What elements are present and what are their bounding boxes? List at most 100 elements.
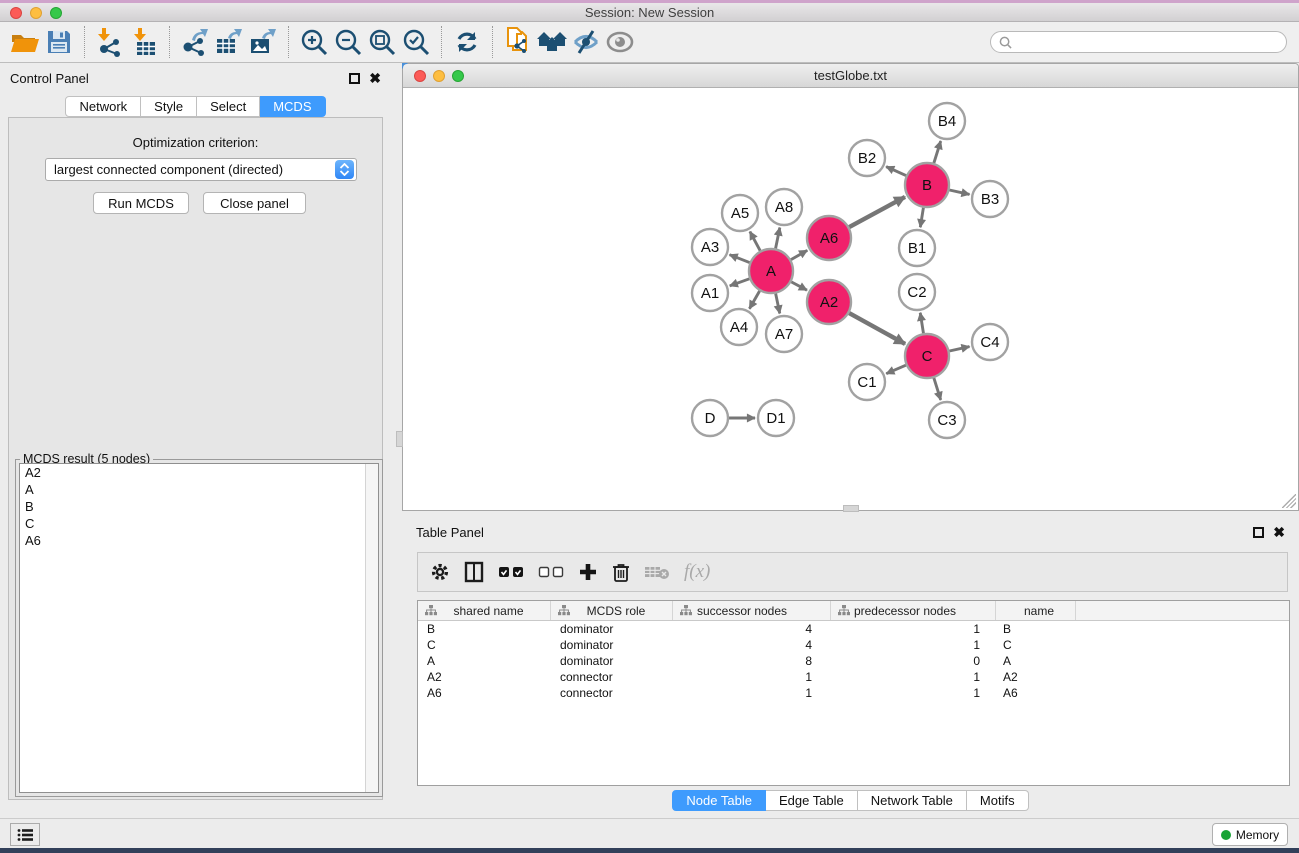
edge-A-A5[interactable] (750, 232, 760, 251)
edge-C-C4[interactable] (949, 347, 969, 351)
run-mcds-button[interactable]: Run MCDS (93, 192, 189, 214)
export-image-button[interactable] (246, 25, 280, 59)
show-columns-button[interactable] (464, 559, 484, 585)
edge-A6-B[interactable] (849, 197, 905, 227)
task-history-button[interactable] (10, 823, 40, 846)
node-A1[interactable]: A1 (692, 275, 728, 311)
zoom-out-button[interactable] (331, 25, 365, 59)
zoom-in-button[interactable] (297, 25, 331, 59)
node-A4[interactable]: A4 (721, 309, 757, 345)
search-box[interactable] (990, 31, 1287, 53)
refresh-layout-button[interactable] (450, 25, 484, 59)
mcds-result-item[interactable]: C (20, 515, 378, 532)
edge-A-A4[interactable] (749, 291, 759, 309)
mcds-result-item[interactable]: B (20, 498, 378, 515)
edge-A-A8[interactable] (776, 228, 780, 249)
node-A[interactable]: A (749, 249, 793, 293)
edge-B-B1[interactable] (920, 208, 923, 228)
zoom-window-button[interactable] (50, 7, 62, 19)
network-close-button[interactable] (414, 70, 426, 82)
zoom-fit-button[interactable] (365, 25, 399, 59)
column-header-name[interactable]: name (996, 601, 1076, 620)
table-row[interactable]: Cdominator41C (418, 637, 1289, 653)
split-pane-handle-vertical[interactable] (396, 431, 403, 447)
birds-eye-view-button[interactable] (603, 25, 637, 59)
node-C1[interactable]: C1 (849, 364, 885, 400)
new-network-from-selection-button[interactable] (501, 25, 535, 59)
edge-B-B4[interactable] (934, 141, 941, 163)
node-C3[interactable]: C3 (929, 402, 965, 438)
save-session-button[interactable] (42, 25, 76, 59)
table-row[interactable]: A6connector11A6 (418, 685, 1289, 701)
node-C2[interactable]: C2 (899, 274, 935, 310)
close-panel-icon[interactable]: ✖ (369, 73, 381, 84)
mcds-result-item[interactable]: A6 (20, 532, 378, 549)
delete-column-button[interactable] (612, 559, 630, 585)
node-B1[interactable]: B1 (899, 230, 935, 266)
node-A7[interactable]: A7 (766, 316, 802, 352)
delete-table-button[interactable] (644, 559, 670, 585)
float-panel-icon[interactable] (349, 73, 360, 84)
mcds-result-item[interactable]: A (20, 481, 378, 498)
edge-A-A6[interactable] (791, 250, 807, 259)
close-panel-icon[interactable]: ✖ (1273, 527, 1285, 538)
edge-B-B3[interactable] (949, 190, 969, 194)
node-A8[interactable]: A8 (766, 189, 802, 225)
node-A5[interactable]: A5 (722, 195, 758, 231)
edge-A-A2[interactable] (791, 282, 807, 290)
window-resize-grip[interactable] (1282, 494, 1296, 508)
open-file-button[interactable] (8, 25, 42, 59)
export-table-button[interactable] (212, 25, 246, 59)
minimize-window-button[interactable] (30, 7, 42, 19)
node-A3[interactable]: A3 (692, 229, 728, 265)
network-zoom-button[interactable] (452, 70, 464, 82)
optimization-criterion-select[interactable]: largest connected component (directed) (45, 158, 357, 181)
node-D[interactable]: D (692, 400, 728, 436)
mcds-result-item[interactable]: A2 (20, 464, 378, 481)
edge-A2-C[interactable] (849, 313, 905, 344)
tab-style[interactable]: Style (141, 96, 197, 117)
network-canvas[interactable]: B4B2BB3A8A5A6A3B1AC2A1A2A4A7C4CC1DC3D1 (403, 89, 1298, 510)
float-panel-icon[interactable] (1253, 527, 1264, 538)
table-tab-network-table[interactable]: Network Table (858, 790, 967, 811)
column-header-shared-name[interactable]: shared name (418, 601, 551, 620)
split-pane-handle-horizontal[interactable] (843, 505, 859, 512)
node-C[interactable]: C (905, 334, 949, 378)
function-builder-button[interactable]: f(x) (684, 559, 710, 585)
network-minimize-button[interactable] (433, 70, 445, 82)
node-A2[interactable]: A2 (807, 280, 851, 324)
edge-C-C2[interactable] (920, 313, 923, 334)
node-B3[interactable]: B3 (972, 181, 1008, 217)
column-header-predecessor-nodes[interactable]: predecessor nodes (831, 601, 996, 620)
scrollbar-track[interactable] (365, 464, 378, 792)
node-D1[interactable]: D1 (758, 400, 794, 436)
edge-A-A1[interactable] (730, 279, 750, 286)
export-network-button[interactable] (178, 25, 212, 59)
close-panel-button[interactable]: Close panel (203, 192, 306, 214)
tab-mcds[interactable]: MCDS (260, 96, 325, 117)
zoom-selected-button[interactable] (399, 25, 433, 59)
node-B4[interactable]: B4 (929, 103, 965, 139)
create-column-button[interactable] (578, 559, 598, 585)
search-input[interactable] (1017, 35, 1278, 49)
close-window-button[interactable] (10, 7, 22, 19)
edge-C-C1[interactable] (886, 365, 906, 374)
table-row[interactable]: A2connector11A2 (418, 669, 1289, 685)
edge-A-A7[interactable] (776, 294, 780, 314)
network-window-titlebar[interactable]: testGlobe.txt (403, 64, 1298, 88)
column-header-successor-nodes[interactable]: successor nodes (673, 601, 831, 620)
edge-B-B2[interactable] (886, 167, 906, 176)
first-neighbors-button[interactable] (535, 25, 569, 59)
table-tab-node-table[interactable]: Node Table (672, 790, 766, 811)
table-tab-motifs[interactable]: Motifs (967, 790, 1029, 811)
node-C4[interactable]: C4 (972, 324, 1008, 360)
column-header-MCDS-role[interactable]: MCDS role (551, 601, 673, 620)
show-hide-graphics-details-button[interactable] (569, 25, 603, 59)
node-A6[interactable]: A6 (807, 216, 851, 260)
tab-select[interactable]: Select (197, 96, 260, 117)
import-network-button[interactable] (93, 25, 127, 59)
table-row[interactable]: Adominator80A (418, 653, 1289, 669)
table-tab-edge-table[interactable]: Edge Table (766, 790, 858, 811)
memory-button[interactable]: Memory (1212, 823, 1288, 846)
tab-network[interactable]: Network (65, 96, 141, 117)
